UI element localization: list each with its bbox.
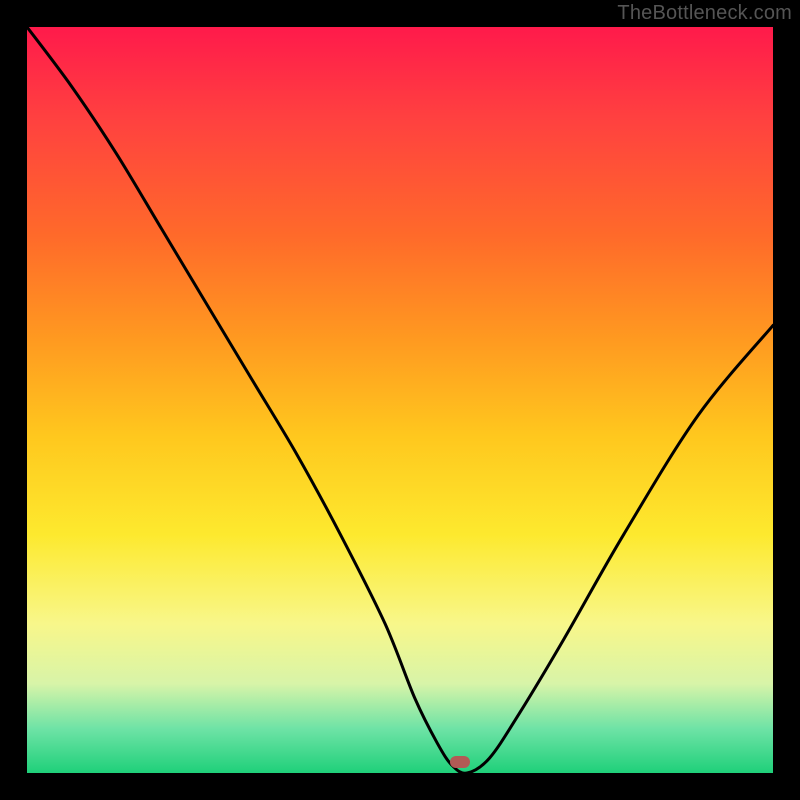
plot-gradient-background <box>27 27 773 773</box>
optimal-marker <box>450 756 470 768</box>
attribution-text: TheBottleneck.com <box>617 2 792 25</box>
chart-frame: TheBottleneck.com <box>0 0 800 800</box>
plot-outer <box>27 27 773 773</box>
